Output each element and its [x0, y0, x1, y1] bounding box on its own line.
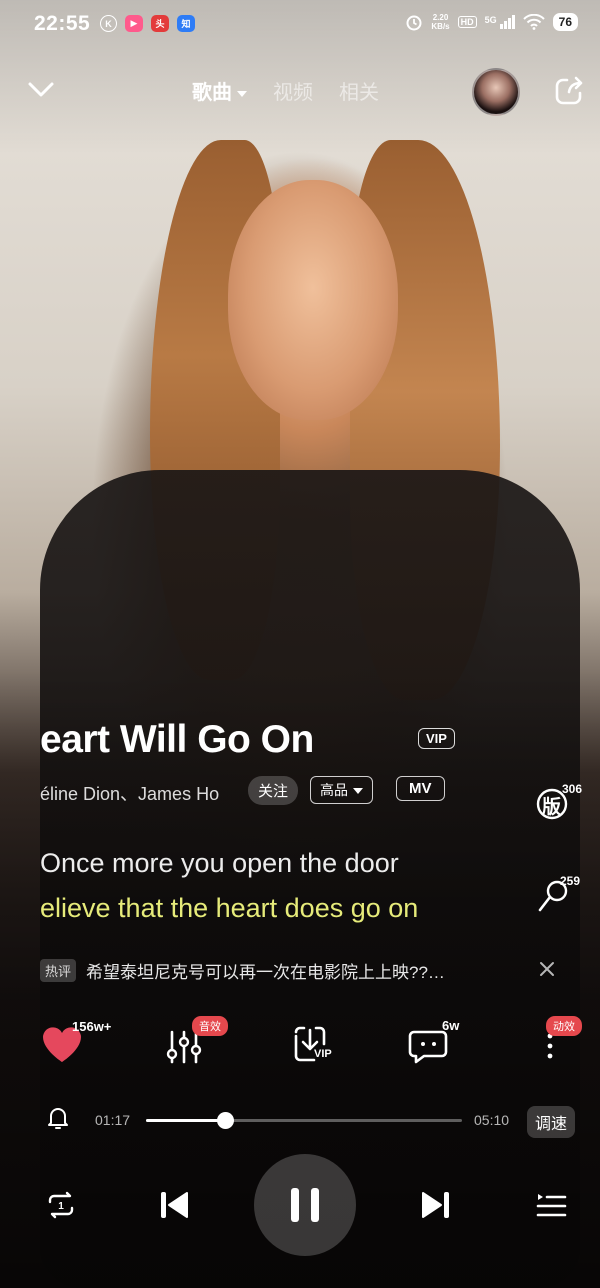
playlist-icon[interactable] — [534, 1188, 568, 1222]
comment-button[interactable]: 6w — [406, 1018, 459, 1068]
signal-icon: 5G — [485, 15, 515, 29]
sound-effect-button[interactable]: 音效 — [162, 1016, 228, 1068]
speed-button[interactable]: 调速 — [527, 1106, 576, 1138]
dynamic-effect-badge: 动效 — [546, 1016, 582, 1036]
like-count: 156w+ — [72, 1019, 112, 1034]
app-k-icon: K — [100, 15, 117, 32]
player-tabs: 歌曲 视频 相关 — [192, 76, 379, 105]
quality-selector[interactable]: 高品 — [310, 776, 373, 804]
previous-track-icon[interactable] — [158, 1188, 190, 1222]
repeat-one-icon[interactable]: 1 — [44, 1188, 78, 1222]
download-button[interactable]: VIP — [286, 1020, 334, 1068]
next-track-icon[interactable] — [420, 1188, 452, 1222]
bell-icon[interactable] — [46, 1105, 70, 1131]
wifi-icon — [522, 14, 545, 30]
pause-icon — [291, 1188, 319, 1222]
battery-indicator: 76 — [552, 13, 578, 31]
net-speed-unit: KB/s — [431, 22, 450, 31]
progress-fill — [146, 1119, 225, 1122]
lyric-line-previous[interactable]: Once more you open the door — [40, 848, 399, 879]
app-news-icon: 头 — [151, 15, 169, 32]
pause-button[interactable] — [254, 1154, 356, 1256]
status-bar: 22:55 K ▶ 头 知 2.20 KB/s HD 5G 76 — [0, 0, 600, 48]
tab-song[interactable]: 歌曲 — [192, 76, 247, 105]
top-navigation: 歌曲 视频 相关 — [0, 64, 600, 116]
background-shade — [0, 0, 600, 1288]
quality-label: 高品 — [320, 782, 348, 798]
download-vip-label: VIP — [314, 1048, 332, 1060]
progress-bar-area: 01:17 05:10 调速 — [0, 1100, 600, 1140]
progress-thumb[interactable] — [217, 1112, 234, 1129]
caret-down-icon — [237, 90, 247, 97]
status-app-icons: K ▶ 头 知 — [100, 15, 195, 32]
hot-comment-text: 希望泰坦尼克号可以再一次在电影院上上映??… — [86, 963, 445, 982]
current-time: 01:17 — [95, 1112, 131, 1128]
hot-comment[interactable]: 热评 希望泰坦尼克号可以再一次在电影院上上映??… — [40, 958, 445, 983]
lyric-line-current[interactable]: elieve that the heart does go on — [40, 893, 418, 924]
app-bili-icon: ▶ — [125, 15, 143, 32]
alarm-icon — [406, 15, 422, 31]
caret-down-icon — [353, 788, 363, 795]
version-button[interactable]: 版 306 — [532, 782, 582, 824]
artist-name[interactable]: éline Dion、James Ho — [40, 780, 240, 806]
version-label: 版 — [542, 797, 562, 818]
vip-badge: VIP — [418, 728, 455, 749]
svg-text:1: 1 — [58, 1201, 64, 1212]
song-title: eart Will Go On — [40, 718, 314, 761]
like-button[interactable]: 156w+ — [38, 1019, 111, 1068]
share-icon[interactable] — [554, 76, 584, 106]
lyric-comment-button[interactable]: 259 — [534, 874, 580, 916]
download-icon — [294, 1026, 326, 1062]
comment-count: 6w — [442, 1018, 460, 1033]
signal-label: 5G — [484, 15, 497, 25]
collapse-chevron-icon[interactable] — [26, 76, 56, 102]
hot-comment-tag: 热评 — [40, 959, 77, 982]
total-time: 05:10 — [474, 1112, 510, 1128]
more-button[interactable]: 动效 — [532, 1016, 582, 1068]
status-right-icons: 2.20 KB/s HD 5G 76 — [405, 13, 578, 31]
tab-related[interactable]: 相关 — [339, 76, 379, 105]
sound-effect-badge: 音效 — [192, 1016, 228, 1036]
hd-icon: HD — [457, 16, 477, 28]
net-speed: 2.20 KB/s — [431, 13, 449, 31]
mv-button[interactable]: MV — [396, 776, 445, 801]
progress-track[interactable] — [146, 1112, 462, 1129]
app-zhihu-icon: 知 — [177, 15, 195, 32]
net-speed-value: 2.20 — [432, 13, 449, 22]
follow-button[interactable]: 关注 — [248, 776, 299, 805]
lyric-comment-count: 259 — [560, 874, 581, 888]
version-count: 306 — [562, 782, 583, 796]
tab-song-label: 歌曲 — [192, 82, 232, 104]
tab-video[interactable]: 视频 — [273, 76, 313, 105]
close-icon[interactable] — [538, 960, 556, 978]
status-time: 22:55 — [34, 12, 91, 35]
user-avatar[interactable] — [472, 68, 520, 116]
